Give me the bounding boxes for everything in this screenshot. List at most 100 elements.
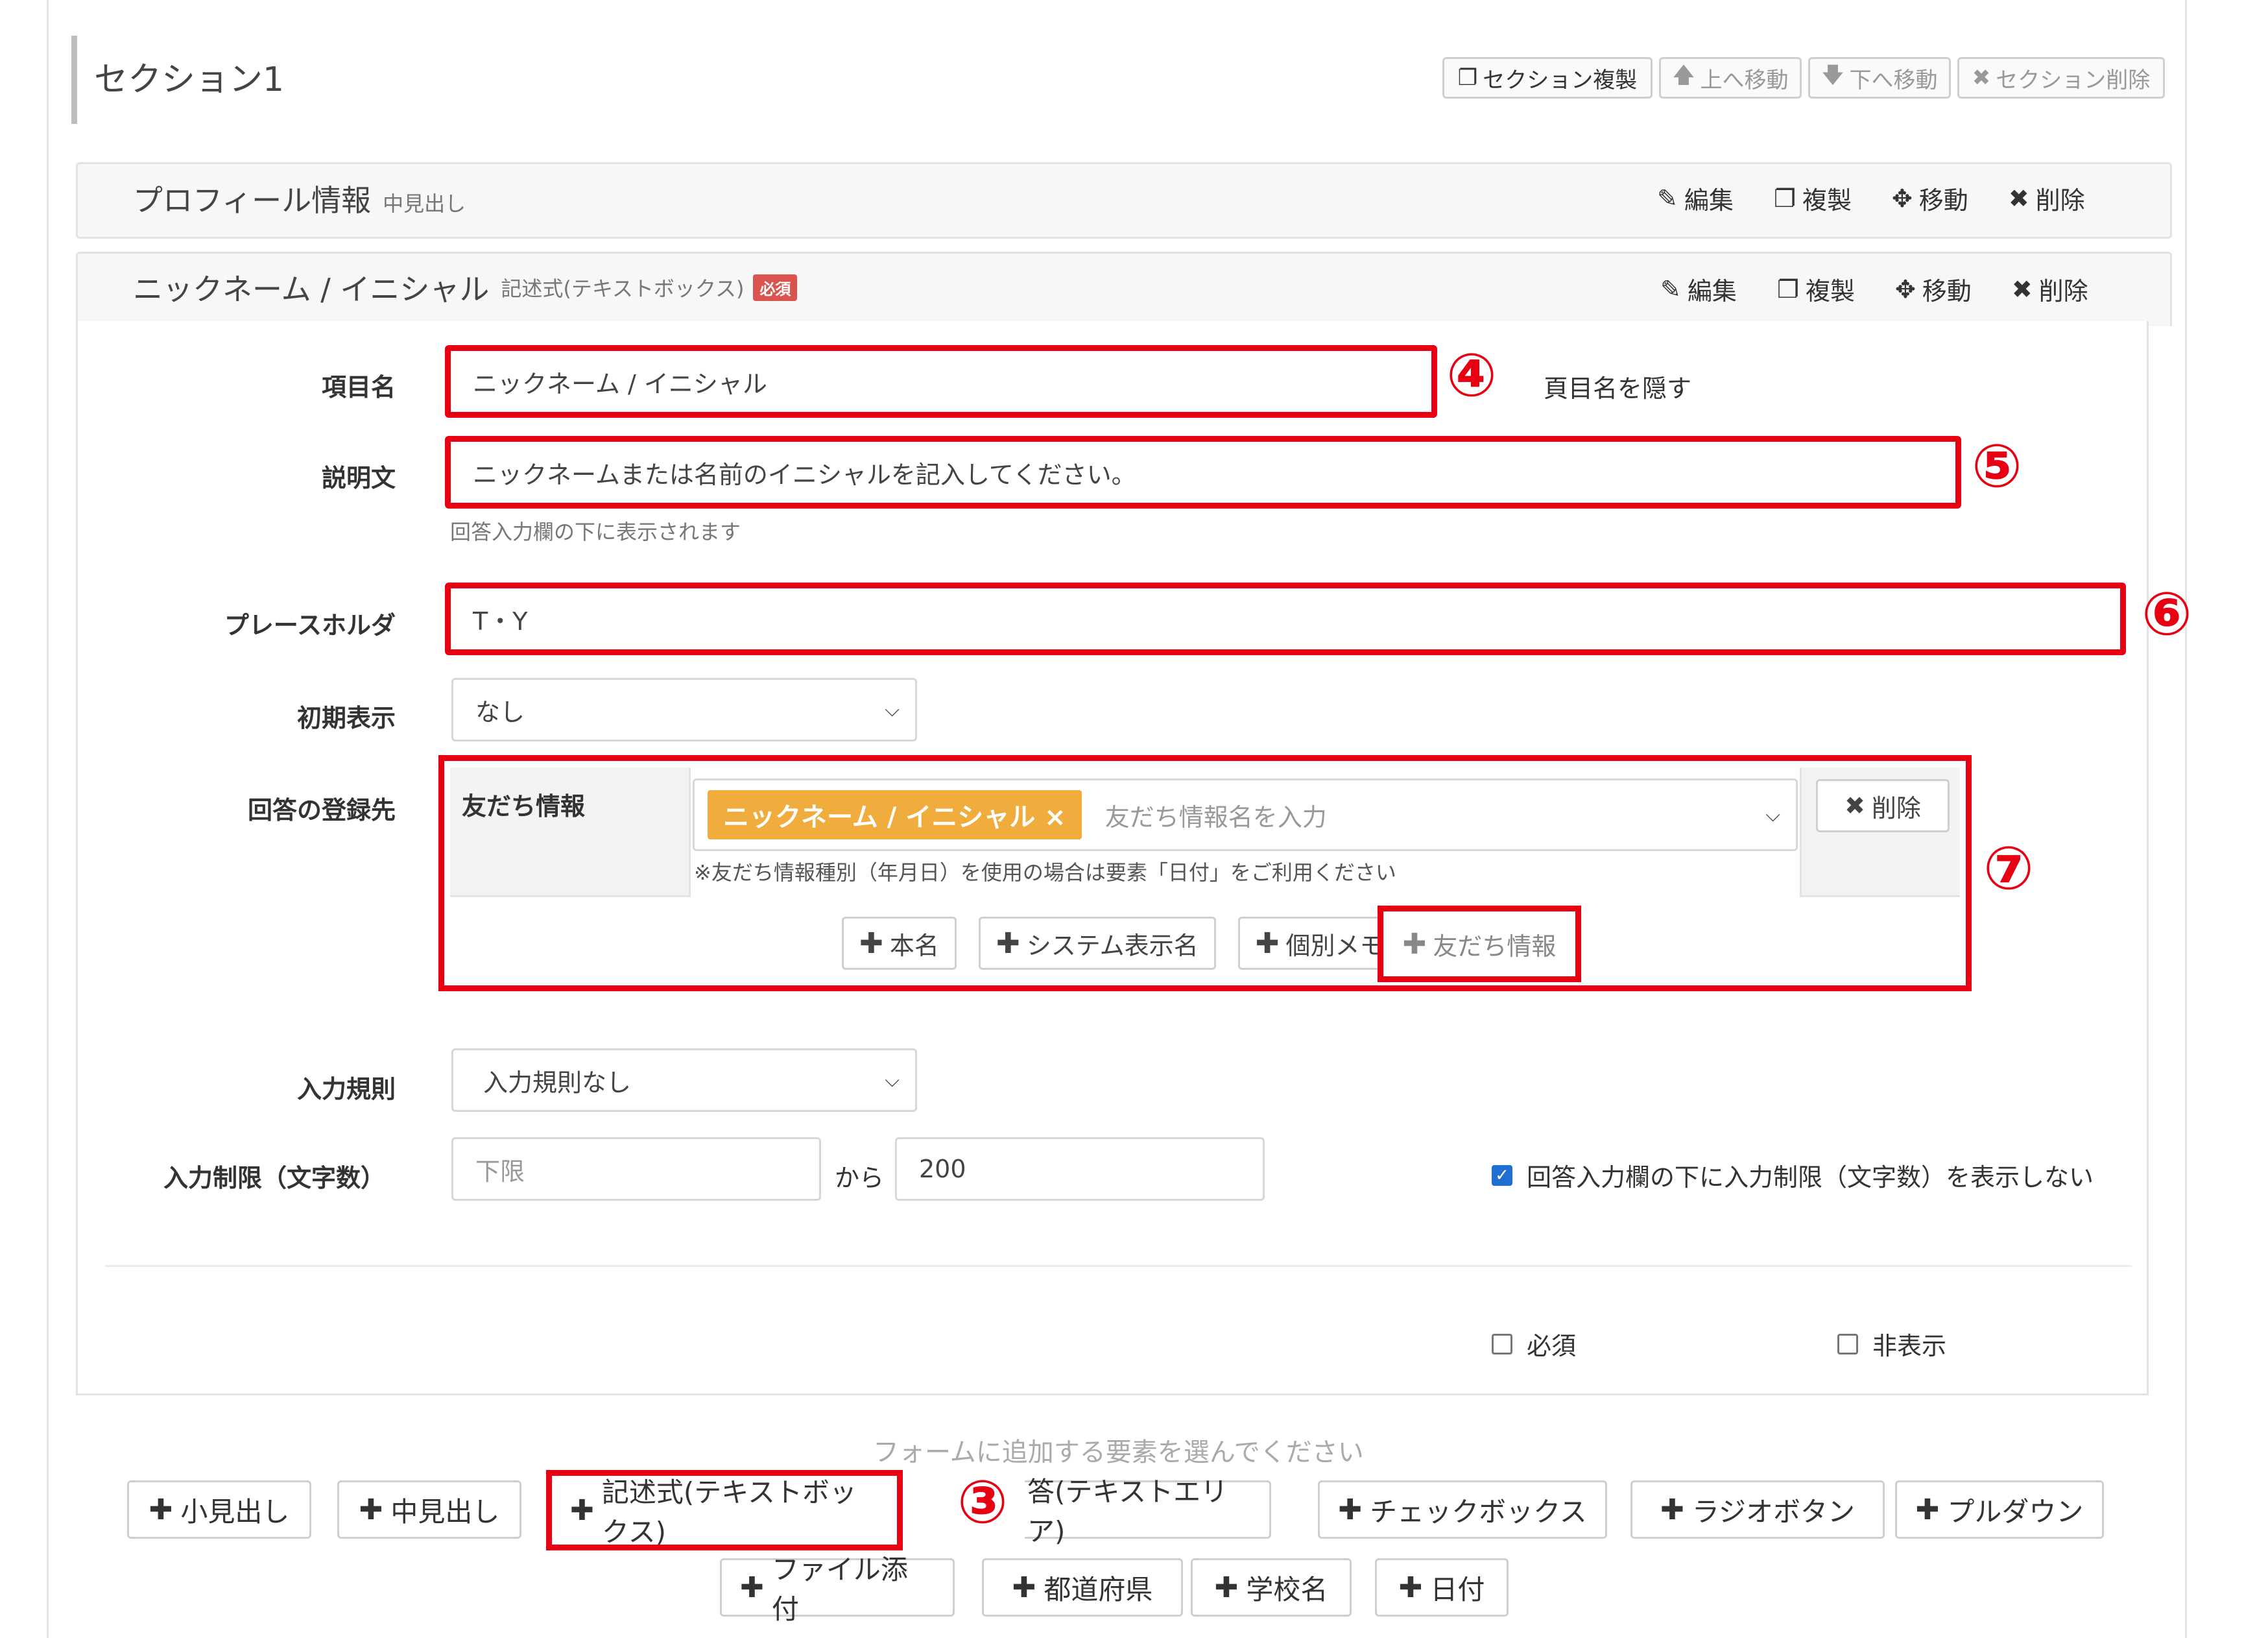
- arrow-down-icon: 🡇: [1821, 62, 1844, 88]
- annotation-4: ④: [1446, 341, 1497, 410]
- friend-info-tag-input[interactable]: ニックネーム / イニシャル × 友だち情報名を入力 ⌵: [693, 778, 1798, 851]
- placeholder-input[interactable]: T・Y: [445, 583, 2126, 655]
- move-icon: ✥: [1891, 184, 1913, 213]
- plus-icon: ✚: [1255, 926, 1280, 960]
- description-hint: 回答入力欄の下に表示されます: [450, 520, 741, 544]
- pencil-icon: ✎: [1657, 184, 1678, 213]
- hide-item-name-text: 頁目名を隠す: [1544, 374, 1692, 403]
- add-textbox-button[interactable]: ✚ 記述式(テキストボックス): [552, 1476, 897, 1548]
- add-elements-prompt: フォームに追加する要素を選んでください: [873, 1438, 1364, 1467]
- add-file-button[interactable]: ✚ ファイル添付: [720, 1554, 955, 1625]
- input-limit-label: 入力制限（文字数）: [163, 1164, 386, 1192]
- add-small-heading-button[interactable]: ✚ 小見出し: [127, 1480, 311, 1539]
- plus-icon: ✚: [1338, 1493, 1363, 1526]
- chevron-down-icon: ⌵: [885, 1068, 900, 1092]
- friend-info-label: 友だち情報: [462, 792, 586, 821]
- annotation-7: ⑦: [1983, 834, 2034, 903]
- friend-info-delete-button[interactable]: ✖ 削除: [1816, 779, 1950, 832]
- add-checkbox-button[interactable]: ✚ チェックボックス: [1318, 1480, 1607, 1539]
- add-radio-button[interactable]: ✚ ラジオボタン: [1630, 1480, 1885, 1539]
- copy-icon: ❐: [1776, 274, 1799, 304]
- add-friend-info-button[interactable]: ✚ 友だち情報: [1387, 917, 1572, 970]
- register-destination-label: 回答の登録先: [247, 796, 396, 825]
- item-delete-button[interactable]: ✖ 削除: [2012, 271, 2088, 307]
- hide-limit-checkbox[interactable]: ✓: [1492, 1164, 1512, 1186]
- plus-icon: ✚: [570, 1493, 594, 1527]
- hide-limit-option: ✓ 回答入力欄の下に入力制限（文字数）を表示しない: [1492, 1157, 2094, 1193]
- add-real-name-button[interactable]: ✚ 本名: [842, 917, 957, 970]
- plus-icon: ✚: [359, 1493, 383, 1526]
- hidden-text: 非表示: [1872, 1332, 1947, 1360]
- arrow-up-icon: 🡅: [1672, 62, 1695, 88]
- plus-icon: ✚: [1398, 1571, 1423, 1604]
- divider: [105, 1265, 2132, 1267]
- initial-display-label: 初期表示: [296, 704, 396, 732]
- description-input[interactable]: ニックネームまたは名前のイニシャルを記入してください。: [445, 436, 1961, 509]
- limit-min-input[interactable]: 下限: [451, 1137, 821, 1201]
- move-icon: ✥: [1894, 274, 1916, 304]
- plus-icon: ✚: [996, 926, 1020, 960]
- plus-icon: ✚: [740, 1571, 764, 1604]
- pencil-icon: ✎: [1660, 274, 1681, 304]
- delete-section-button[interactable]: ✖ セクション削除: [1957, 57, 2165, 99]
- add-date-button[interactable]: ✚ 日付: [1375, 1558, 1509, 1617]
- plus-icon: ✚: [859, 926, 883, 960]
- add-friend-info-highlight: ✚ 友だち情報: [1378, 906, 1581, 982]
- register-add-buttons: ✚ 本名 ✚ システム表示名 ✚ 個別メモ: [842, 917, 1402, 970]
- section-title: セクション1: [94, 60, 285, 99]
- hide-limit-text: 回答入力欄の下に入力制限（文字数）を表示しない: [1527, 1163, 2094, 1192]
- annotation-5: ⑤: [1972, 431, 2022, 501]
- item-name-label: 項目名: [321, 373, 396, 402]
- limit-from-text: から: [835, 1164, 885, 1192]
- add-prefecture-button[interactable]: ✚ 都道府県: [982, 1558, 1183, 1617]
- item-copy-button[interactable]: ❐ 複製: [1777, 271, 1855, 307]
- plus-icon: ✚: [1012, 1571, 1036, 1604]
- chevron-down-icon: ⌵: [885, 698, 900, 721]
- input-rule-select[interactable]: 入力規則なし ⌵: [451, 1048, 917, 1112]
- profile-panel-subtitle: 中見出し: [383, 191, 466, 216]
- plus-icon: ✚: [1660, 1493, 1684, 1526]
- item-edit-button[interactable]: ✎ 編集: [1660, 271, 1737, 307]
- add-pulldown-button[interactable]: ✚ プルダウン: [1895, 1480, 2104, 1539]
- initial-display-select[interactable]: なし ⌵: [451, 678, 917, 741]
- required-text: 必須: [1527, 1332, 1577, 1360]
- required-option: 必須: [1492, 1326, 1576, 1362]
- description-label: 説明文: [321, 464, 396, 492]
- annotation-3: ③: [957, 1467, 1008, 1537]
- plus-icon: ✚: [1402, 927, 1427, 961]
- friend-info-tag[interactable]: ニックネーム / イニシャル ×: [708, 790, 1082, 839]
- chevron-down-icon: ⌵: [1765, 803, 1780, 826]
- copy-icon: ❐: [1773, 184, 1796, 213]
- required-badge: 必須: [753, 274, 798, 301]
- section-accent-bar: [71, 36, 77, 124]
- close-icon: ✖: [2008, 184, 2029, 213]
- add-school-button[interactable]: ✚ 学校名: [1191, 1558, 1352, 1617]
- profile-delete-button[interactable]: ✖ 削除: [2009, 180, 2085, 216]
- profile-edit-button[interactable]: ✎ 編集: [1657, 180, 1734, 216]
- required-checkbox[interactable]: [1492, 1333, 1512, 1355]
- tag-input-content: ニックネーム / イニシャル × 友だち情報名を入力: [708, 790, 1327, 839]
- add-textarea-button[interactable]: 答(テキストエリア): [1025, 1476, 1271, 1547]
- hidden-checkbox[interactable]: [1837, 1333, 1858, 1355]
- profile-panel-title: プロフィール情報: [133, 183, 372, 218]
- move-down-button[interactable]: 🡇 下へ移動: [1808, 57, 1951, 99]
- move-up-button[interactable]: 🡅 上へ移動: [1659, 57, 1802, 99]
- profile-move-button[interactable]: ✥ 移動: [1892, 180, 1968, 216]
- item-move-button[interactable]: ✥ 移動: [1895, 271, 1972, 307]
- item-panel-actions: ✎ 編集 ❐ 複製 ✥ 移動 ✖ 削除: [1660, 271, 2088, 307]
- add-system-name-button[interactable]: ✚ システム表示名: [978, 917, 1216, 970]
- plus-icon: ✚: [149, 1493, 173, 1526]
- register-note: ※友だち情報種別（年月日）を使用の場合は要素「日付」をご利用ください: [694, 860, 1396, 885]
- close-icon: ✖: [1844, 791, 1865, 820]
- placeholder-label: プレースホルダ: [224, 611, 396, 640]
- profile-copy-button[interactable]: ❐ 複製: [1774, 180, 1852, 216]
- tag-input-placeholder: 友だち情報名を入力: [1104, 802, 1327, 832]
- limit-max-input[interactable]: 200: [895, 1137, 1265, 1201]
- add-textbox-highlight: ✚ 記述式(テキストボックス): [546, 1470, 903, 1550]
- add-medium-heading-button[interactable]: ✚ 中見出し: [337, 1480, 521, 1539]
- item-name-input[interactable]: ニックネーム / イニシャル: [445, 345, 1437, 418]
- hidden-option: 非表示: [1837, 1326, 1946, 1362]
- item-panel-title: ニックネーム / イニシャル: [133, 272, 490, 307]
- duplicate-section-button[interactable]: ❐ セクション複製: [1442, 57, 1653, 99]
- item-type-label: 記述式(テキストボックス): [501, 276, 745, 301]
